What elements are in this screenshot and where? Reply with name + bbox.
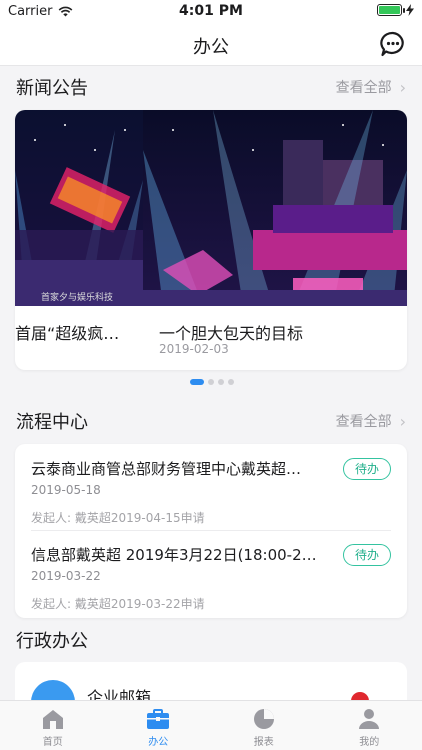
- status-time: 4:01 PM: [179, 3, 243, 19]
- battery-icon: [377, 4, 405, 16]
- tab-office[interactable]: 办公: [106, 701, 212, 750]
- flow-item-initiator: 发起人: 戴英超2019-04-15申请: [31, 511, 205, 525]
- news-item-caption[interactable]: 一个胆大包天的目标: [159, 320, 399, 344]
- flow-list-item[interactable]: 信息部戴英超 2019年3月22日(18:00-2… 2019-03-22 发起…: [31, 544, 391, 612]
- view-all-label: 查看全部: [335, 80, 392, 96]
- news-view-all-link[interactable]: 查看全部 ›: [336, 77, 406, 97]
- home-icon: [42, 710, 63, 729]
- flow-item-initiator: 发起人: 戴英超2019-03-22申请: [31, 597, 205, 611]
- flow-view-all-link[interactable]: 查看全部 ›: [336, 411, 406, 431]
- charging-icon: [406, 4, 414, 16]
- pager-dot[interactable]: [228, 379, 234, 385]
- briefcase-icon: [147, 709, 170, 729]
- view-all-label: 查看全部: [335, 414, 392, 430]
- tab-bar: 首页 办公 报表 我的: [0, 700, 422, 750]
- chat-bubble-icon[interactable]: [380, 31, 406, 57]
- divider: [31, 530, 391, 531]
- flow-list: 云泰商业商管总部财务管理中心戴英超… 2019-05-18 发起人: 戴英超20…: [15, 444, 407, 618]
- pager-dot[interactable]: [190, 379, 204, 385]
- pager-dot[interactable]: [208, 379, 214, 385]
- news-section-header: 新闻公告 查看全部 ›: [16, 73, 406, 101]
- news-item-date: 2019-02-03: [159, 342, 229, 356]
- news-image-concert-night[interactable]: 首家夕与娱乐科技: [15, 110, 143, 306]
- tab-label: 办公: [148, 737, 169, 748]
- chevron-right-icon: ›: [399, 411, 406, 431]
- admin-section-title: 行政办公: [16, 631, 88, 652]
- news-section-title: 新闻公告: [16, 78, 88, 99]
- tab-home[interactable]: 首页: [0, 701, 106, 750]
- news-item-caption[interactable]: 首届“超级疯…: [15, 320, 135, 344]
- flow-item-date: 2019-03-22: [31, 569, 101, 583]
- person-icon: [359, 709, 380, 729]
- navigation-bar: 办公: [0, 22, 422, 66]
- tab-reports[interactable]: 报表: [211, 701, 317, 750]
- admin-section-header: 行政办公: [16, 626, 406, 654]
- chevron-right-icon: ›: [399, 77, 406, 97]
- tab-label: 首页: [42, 737, 63, 748]
- carousel-pager: [190, 379, 234, 385]
- pie-chart-icon: [253, 709, 274, 729]
- status-badge: 待办: [343, 458, 391, 480]
- status-badge: 待办: [343, 544, 391, 566]
- tab-label: 我的: [359, 737, 380, 748]
- tab-profile[interactable]: 我的: [317, 701, 422, 750]
- flow-section-header: 流程中心 查看全部 ›: [16, 407, 406, 435]
- flow-item-date: 2019-05-18: [31, 483, 101, 497]
- tab-label: 报表: [253, 737, 274, 748]
- status-bar: Carrier 4:01 PM: [0, 0, 422, 22]
- flow-item-title: 云泰商业商管总部财务管理中心戴英超…: [31, 460, 302, 478]
- news-image-watermark: 首家夕与娱乐科技: [41, 291, 113, 303]
- news-image-stage-lights[interactable]: [143, 110, 407, 306]
- flow-item-title: 信息部戴英超 2019年3月22日(18:00-2…: [31, 546, 317, 564]
- page-title: 办公: [193, 37, 229, 58]
- battery-level: [379, 6, 400, 14]
- news-carousel[interactable]: 首家夕与娱乐科技 首届“超级疯… 一个胆大包天的目标 2019-02-03: [15, 110, 407, 370]
- pager-dot[interactable]: [218, 379, 224, 385]
- flow-list-item[interactable]: 云泰商业商管总部财务管理中心戴英超… 2019-05-18 发起人: 戴英超20…: [31, 458, 391, 526]
- flow-section-title: 流程中心: [16, 412, 88, 433]
